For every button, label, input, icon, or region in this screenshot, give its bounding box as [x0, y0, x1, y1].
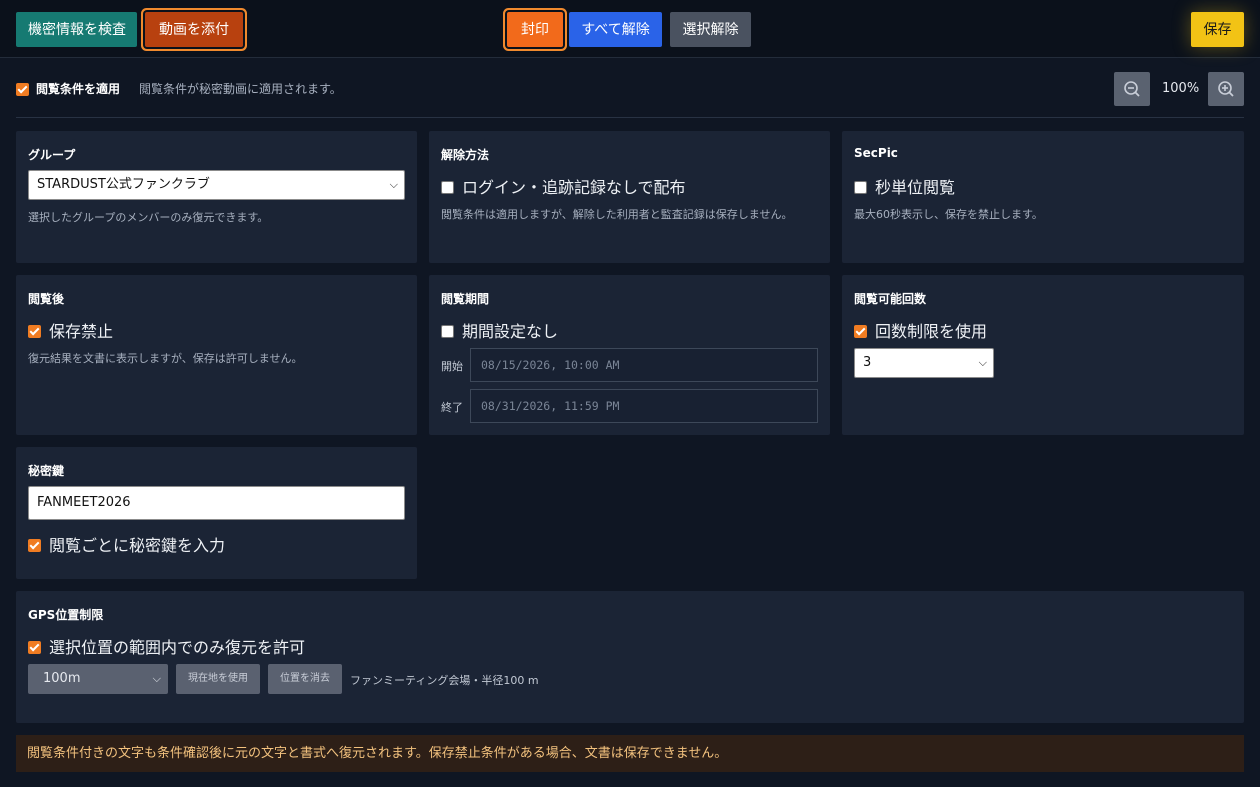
period-card: 閲覧期間 期間設定なし 開始 08/15/2026, 10:00 AM 終了 0… [429, 275, 830, 435]
secret-key-card: 秘密鍵 FANMEET2026 閲覧ごとに秘密鍵を入力 [16, 447, 417, 579]
end-label: 終了 [441, 401, 463, 414]
group-title: グループ [28, 148, 76, 162]
end-datetime-input[interactable]: 08/31/2026, 11:59 PM [470, 389, 818, 423]
unlock-desc: 閲覧条件は適用しますが、解除した利用者と監査記録は保存しません。 [441, 208, 793, 221]
gps-card: GPS位置制限 選択位置の範囲内でのみ復元を許可 100m ⌵ 現在地を使用 位… [16, 591, 1244, 723]
start-datetime-input[interactable]: 08/15/2026, 10:00 AM [470, 348, 818, 382]
group-select-value: STARDUST公式ファンクラブ [37, 177, 210, 192]
secret-every-view-label: 閲覧ごとに秘密鍵を入力 [49, 536, 226, 555]
unlock-option-label: ログイン・追跡記録なしで配布 [462, 178, 686, 197]
unlock-option[interactable]: ログイン・追跡記録なしで配布 [441, 174, 686, 198]
secpic-checkbox[interactable] [854, 180, 867, 194]
deselect-button[interactable]: 選択解除 [670, 12, 751, 47]
count-limit-checkbox[interactable] [854, 324, 867, 338]
no-period-label: 期間設定なし [462, 322, 559, 341]
gps-option[interactable]: 選択位置の範囲内でのみ復元を許可 [28, 634, 305, 658]
apply-conditions-label[interactable]: 閲覧条件を適用 [36, 80, 120, 97]
start-label: 開始 [441, 360, 463, 373]
secpic-title: SecPic [854, 146, 898, 160]
attach-video-button[interactable]: 動画を添付 [145, 12, 243, 47]
gps-option-label: 選択位置の範囲内でのみ復元を許可 [49, 638, 306, 657]
count-select-value: 3 [863, 355, 872, 370]
gps-location-text: ファンミーティング会場・半径100 m [350, 674, 539, 687]
zoom-level: 100% [1162, 81, 1200, 96]
after-view-card: 閲覧後 保存禁止 復元結果を文書に表示しますが、保存は許可しません。 [16, 275, 417, 435]
gps-title: GPS位置制限 [28, 608, 104, 622]
clear-location-button[interactable]: 位置を消去 [268, 664, 342, 694]
zoom-out-button[interactable] [1114, 72, 1150, 106]
after-view-desc: 復元結果を文書に表示しますが、保存は許可しません。 [28, 352, 303, 365]
apply-conditions-checkbox[interactable] [16, 83, 29, 96]
save-button[interactable]: 保存 [1191, 12, 1244, 47]
seal-button[interactable]: 封印 [507, 12, 563, 47]
use-current-location-button[interactable]: 現在地を使用 [176, 664, 260, 694]
unlock-title: 解除方法 [441, 148, 490, 162]
period-option[interactable]: 期間設定なし [441, 318, 558, 342]
chevron-down-icon: ⌵ [389, 178, 398, 191]
unseal-all-button[interactable]: すべて解除 [569, 12, 662, 47]
unlock-checkbox[interactable] [441, 180, 454, 194]
zoom-in-button[interactable] [1208, 72, 1244, 106]
secret-key-title: 秘密鍵 [28, 464, 65, 478]
secpic-desc: 最大60秒表示し、保存を禁止します。 [854, 208, 1043, 221]
count-select[interactable]: 3 ⌵ [854, 348, 994, 378]
after-view-option[interactable]: 保存禁止 [28, 318, 113, 342]
secret-key-option[interactable]: 閲覧ごとに秘密鍵を入力 [28, 532, 225, 556]
no-save-checkbox[interactable] [28, 324, 41, 338]
footer-note: 閲覧条件付きの文字も条件確認後に元の文字と書式へ復元されます。保存禁止条件がある… [16, 735, 1244, 772]
count-limit-label: 回数制限を使用 [875, 322, 988, 341]
no-save-label: 保存禁止 [49, 322, 114, 341]
gps-checkbox[interactable] [28, 640, 41, 654]
secret-key-value: FANMEET2026 [37, 495, 131, 510]
chevron-down-icon: ⌵ [152, 672, 161, 685]
view-count-title: 閲覧可能回数 [854, 292, 927, 306]
no-period-checkbox[interactable] [441, 324, 454, 338]
group-desc: 選択したグループのメンバーのみ復元できます。 [28, 211, 269, 224]
view-count-card: 閲覧可能回数 回数制限を使用 3 ⌵ [842, 275, 1244, 435]
secret-key-input[interactable]: FANMEET2026 [28, 486, 405, 520]
toolbar: 機密情報を検査 動画を添付 封印 すべて解除 選択解除 保存 [0, 0, 1260, 58]
chevron-down-icon: ⌵ [978, 356, 987, 369]
unlock-method-card: 解除方法 ログイン・追跡記録なしで配布 閲覧条件は適用しますが、解除した利用者と… [429, 131, 830, 263]
inspect-button[interactable]: 機密情報を検査 [16, 12, 137, 47]
zoom-in-icon [1218, 81, 1234, 97]
apply-conditions-hint: 閲覧条件が秘密動画に適用されます。 [139, 82, 342, 96]
zoom-out-icon [1124, 81, 1140, 97]
gps-radius-select[interactable]: 100m ⌵ [28, 664, 168, 694]
secpic-option[interactable]: 秒単位閲覧 [854, 174, 955, 198]
gps-radius-value: 100m [43, 671, 81, 686]
group-select[interactable]: STARDUST公式ファンクラブ ⌵ [28, 170, 405, 200]
apply-conditions-row: 閲覧条件を適用 閲覧条件が秘密動画に適用されます。 100% [16, 72, 1244, 118]
period-title: 閲覧期間 [441, 292, 490, 306]
after-view-title: 閲覧後 [28, 292, 65, 306]
secpic-option-label: 秒単位閲覧 [875, 178, 956, 197]
secret-every-view-checkbox[interactable] [28, 538, 41, 552]
group-card: グループ STARDUST公式ファンクラブ ⌵ 選択したグループのメンバーのみ復… [16, 131, 417, 263]
count-option[interactable]: 回数制限を使用 [854, 318, 987, 342]
secpic-card: SecPic 秒単位閲覧 最大60秒表示し、保存を禁止します。 [842, 131, 1244, 263]
